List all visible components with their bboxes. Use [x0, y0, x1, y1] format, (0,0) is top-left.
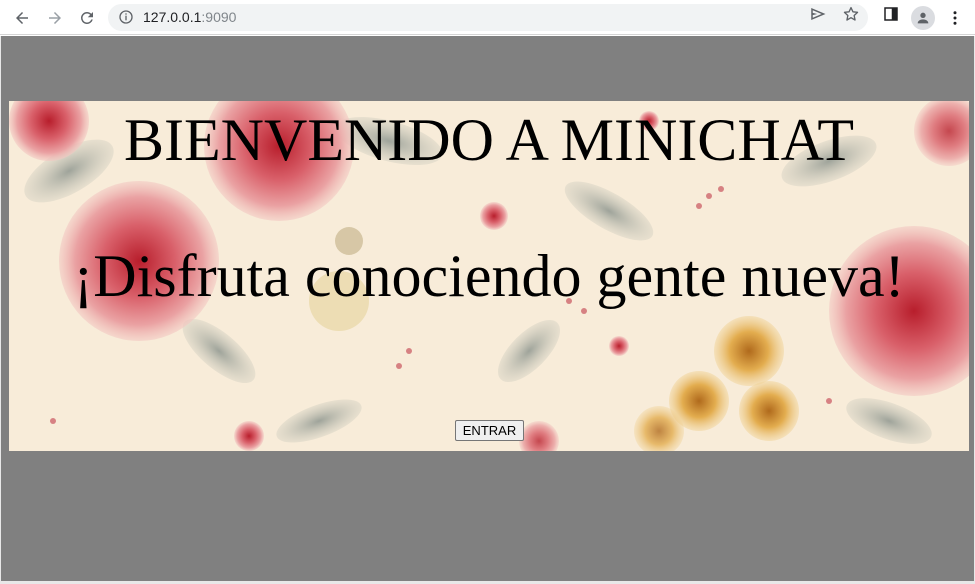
menu-button[interactable]: [942, 5, 968, 31]
arrow-left-icon: [16, 12, 28, 24]
reload-icon: [80, 11, 93, 24]
enter-button[interactable]: ENTRAR: [455, 420, 524, 441]
avatar-icon: [917, 12, 929, 24]
reload-button[interactable]: [74, 5, 100, 31]
page-subtitle: ¡Disfruta conociendo gente nueva!: [73, 243, 905, 309]
url-host: 127.0.0.1: [143, 9, 202, 25]
page-viewport: BIENVENIDO A MINICHAT ¡Disfruta conocien…: [1, 36, 974, 581]
side-panel-icon[interactable]: [882, 5, 900, 23]
page-title: BIENVENIDO A MINICHAT: [124, 107, 854, 173]
info-icon[interactable]: [118, 9, 134, 25]
forward-button[interactable]: [42, 5, 68, 31]
arrow-right-icon: [49, 12, 61, 24]
back-button[interactable]: [9, 5, 35, 31]
browser-toolbar: 127.0.0.1:9090: [0, 0, 975, 35]
profile-avatar[interactable]: [911, 6, 935, 30]
url-port: :9090: [201, 9, 237, 25]
send-icon[interactable]: [809, 5, 827, 23]
welcome-banner: BIENVENIDO A MINICHAT ¡Disfruta conocien…: [9, 101, 969, 451]
url-text[interactable]: 127.0.0.1:9090: [143, 9, 236, 26]
address-bar[interactable]: 127.0.0.1:9090: [108, 4, 868, 31]
kebab-menu-icon: [953, 11, 957, 25]
star-icon[interactable]: [842, 5, 860, 23]
